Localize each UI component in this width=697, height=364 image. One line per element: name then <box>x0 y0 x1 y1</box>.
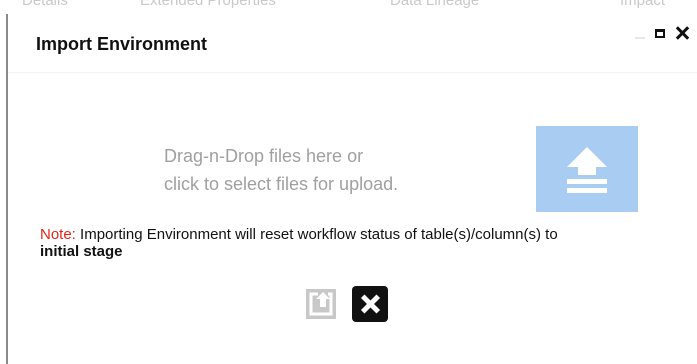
dropzone-instructions: Drag-n-Drop files here or click to selec… <box>164 142 398 198</box>
note-emphasis: initial stage <box>40 243 123 260</box>
upload-button[interactable] <box>536 126 638 212</box>
background-tab-data-lineage: Data Lineage <box>390 0 480 9</box>
dialog-actions <box>306 286 388 322</box>
cancel-icon[interactable] <box>352 286 388 322</box>
close-icon[interactable] <box>675 26 689 40</box>
dropzone-line-2: click to select files for upload. <box>164 174 399 194</box>
file-dropzone[interactable]: Drag-n-Drop files here or click to selec… <box>108 126 638 218</box>
background-tab-details: Details <box>22 0 68 9</box>
maximize-icon[interactable] <box>655 28 665 38</box>
dialog-title: Import Environment <box>36 34 208 54</box>
note-text: Importing Environment will reset workflo… <box>75 226 558 243</box>
import-button[interactable] <box>306 289 336 319</box>
titlebar-divider <box>8 72 697 73</box>
import-icon <box>306 289 336 319</box>
dialog-titlebar: Import Environment <box>8 14 697 70</box>
background-tab-impact: Impact <box>620 0 666 9</box>
window-controls <box>635 26 689 40</box>
import-environment-dialog: Import Environment Drag-n-Drop files her… <box>6 14 697 364</box>
note-label: Note: <box>40 226 76 243</box>
background-tab-strip: Details Extended Properties Data Lineage… <box>0 0 697 14</box>
minimize-icon[interactable] <box>635 37 645 39</box>
import-note: Note: Importing Environment will reset w… <box>40 226 600 260</box>
background-tab-extended-properties: Extended Properties <box>140 0 276 9</box>
upload-icon <box>567 147 607 193</box>
dropzone-line-1: Drag-n-Drop files here or <box>164 146 364 166</box>
